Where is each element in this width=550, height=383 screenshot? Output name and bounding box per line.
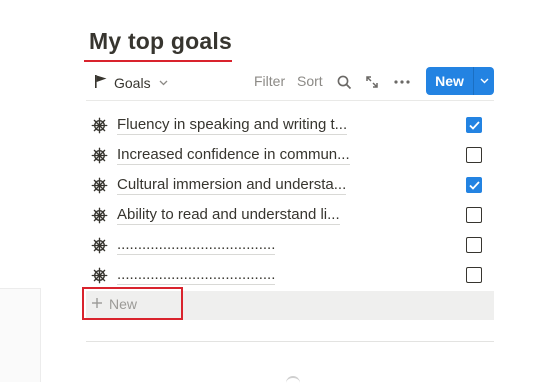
goal-checkbox[interactable] — [466, 267, 482, 283]
flag-icon — [94, 74, 108, 92]
chevron-down-icon — [159, 78, 168, 89]
goal-checkbox[interactable] — [466, 207, 482, 223]
goal-row[interactable]: Increased confidence in commun... — [86, 140, 494, 170]
ship-wheel-icon — [91, 117, 108, 134]
new-dropdown-chevron-icon[interactable] — [474, 67, 494, 95]
view-tab-label: Goals — [114, 75, 151, 91]
toolbar-divider — [86, 100, 494, 101]
goal-row[interactable]: ...................................... — [86, 230, 494, 260]
filter-button[interactable]: Filter — [254, 73, 285, 89]
goal-row[interactable]: Cultural immersion and understa... — [86, 170, 494, 200]
left-panel — [0, 288, 41, 382]
new-button-label[interactable]: New — [426, 67, 473, 95]
goal-checkbox[interactable] — [466, 177, 482, 193]
goal-row[interactable]: ...................................... — [86, 260, 494, 290]
goal-checkbox[interactable] — [466, 117, 482, 133]
ship-wheel-icon — [91, 147, 108, 164]
goal-title[interactable]: ...................................... — [117, 266, 276, 285]
section-divider — [86, 341, 494, 342]
view-tab-goals[interactable]: Goals — [94, 71, 168, 95]
goal-checkbox[interactable] — [466, 237, 482, 253]
more-icon[interactable] — [393, 73, 411, 91]
search-icon[interactable] — [335, 73, 353, 91]
partial-element — [286, 376, 300, 383]
new-button[interactable]: New — [426, 67, 494, 95]
ship-wheel-icon — [91, 267, 108, 284]
ship-wheel-icon — [91, 207, 108, 224]
sort-button[interactable]: Sort — [297, 73, 323, 89]
goal-title[interactable]: Increased confidence in commun... — [117, 146, 350, 165]
goal-row[interactable]: Ability to read and understand li... — [86, 200, 494, 230]
goal-title[interactable]: Cultural immersion and understa... — [117, 176, 347, 195]
highlight-box — [82, 287, 183, 320]
ship-wheel-icon — [91, 177, 108, 194]
expand-icon[interactable] — [363, 73, 381, 91]
goal-title[interactable]: Ability to read and understand li... — [117, 206, 340, 225]
title-underline — [84, 60, 232, 62]
goals-list: Fluency in speaking and writing t... Incr… — [86, 110, 494, 290]
goal-row[interactable]: Fluency in speaking and writing t... — [86, 110, 494, 140]
ship-wheel-icon — [91, 237, 108, 254]
goal-checkbox[interactable] — [466, 147, 482, 163]
goal-title[interactable]: Fluency in speaking and writing t... — [117, 116, 348, 135]
page-title: My top goals — [89, 28, 232, 54]
database-toolbar: Goals Filter Sort New — [86, 67, 494, 99]
goal-title[interactable]: ...................................... — [117, 236, 276, 255]
